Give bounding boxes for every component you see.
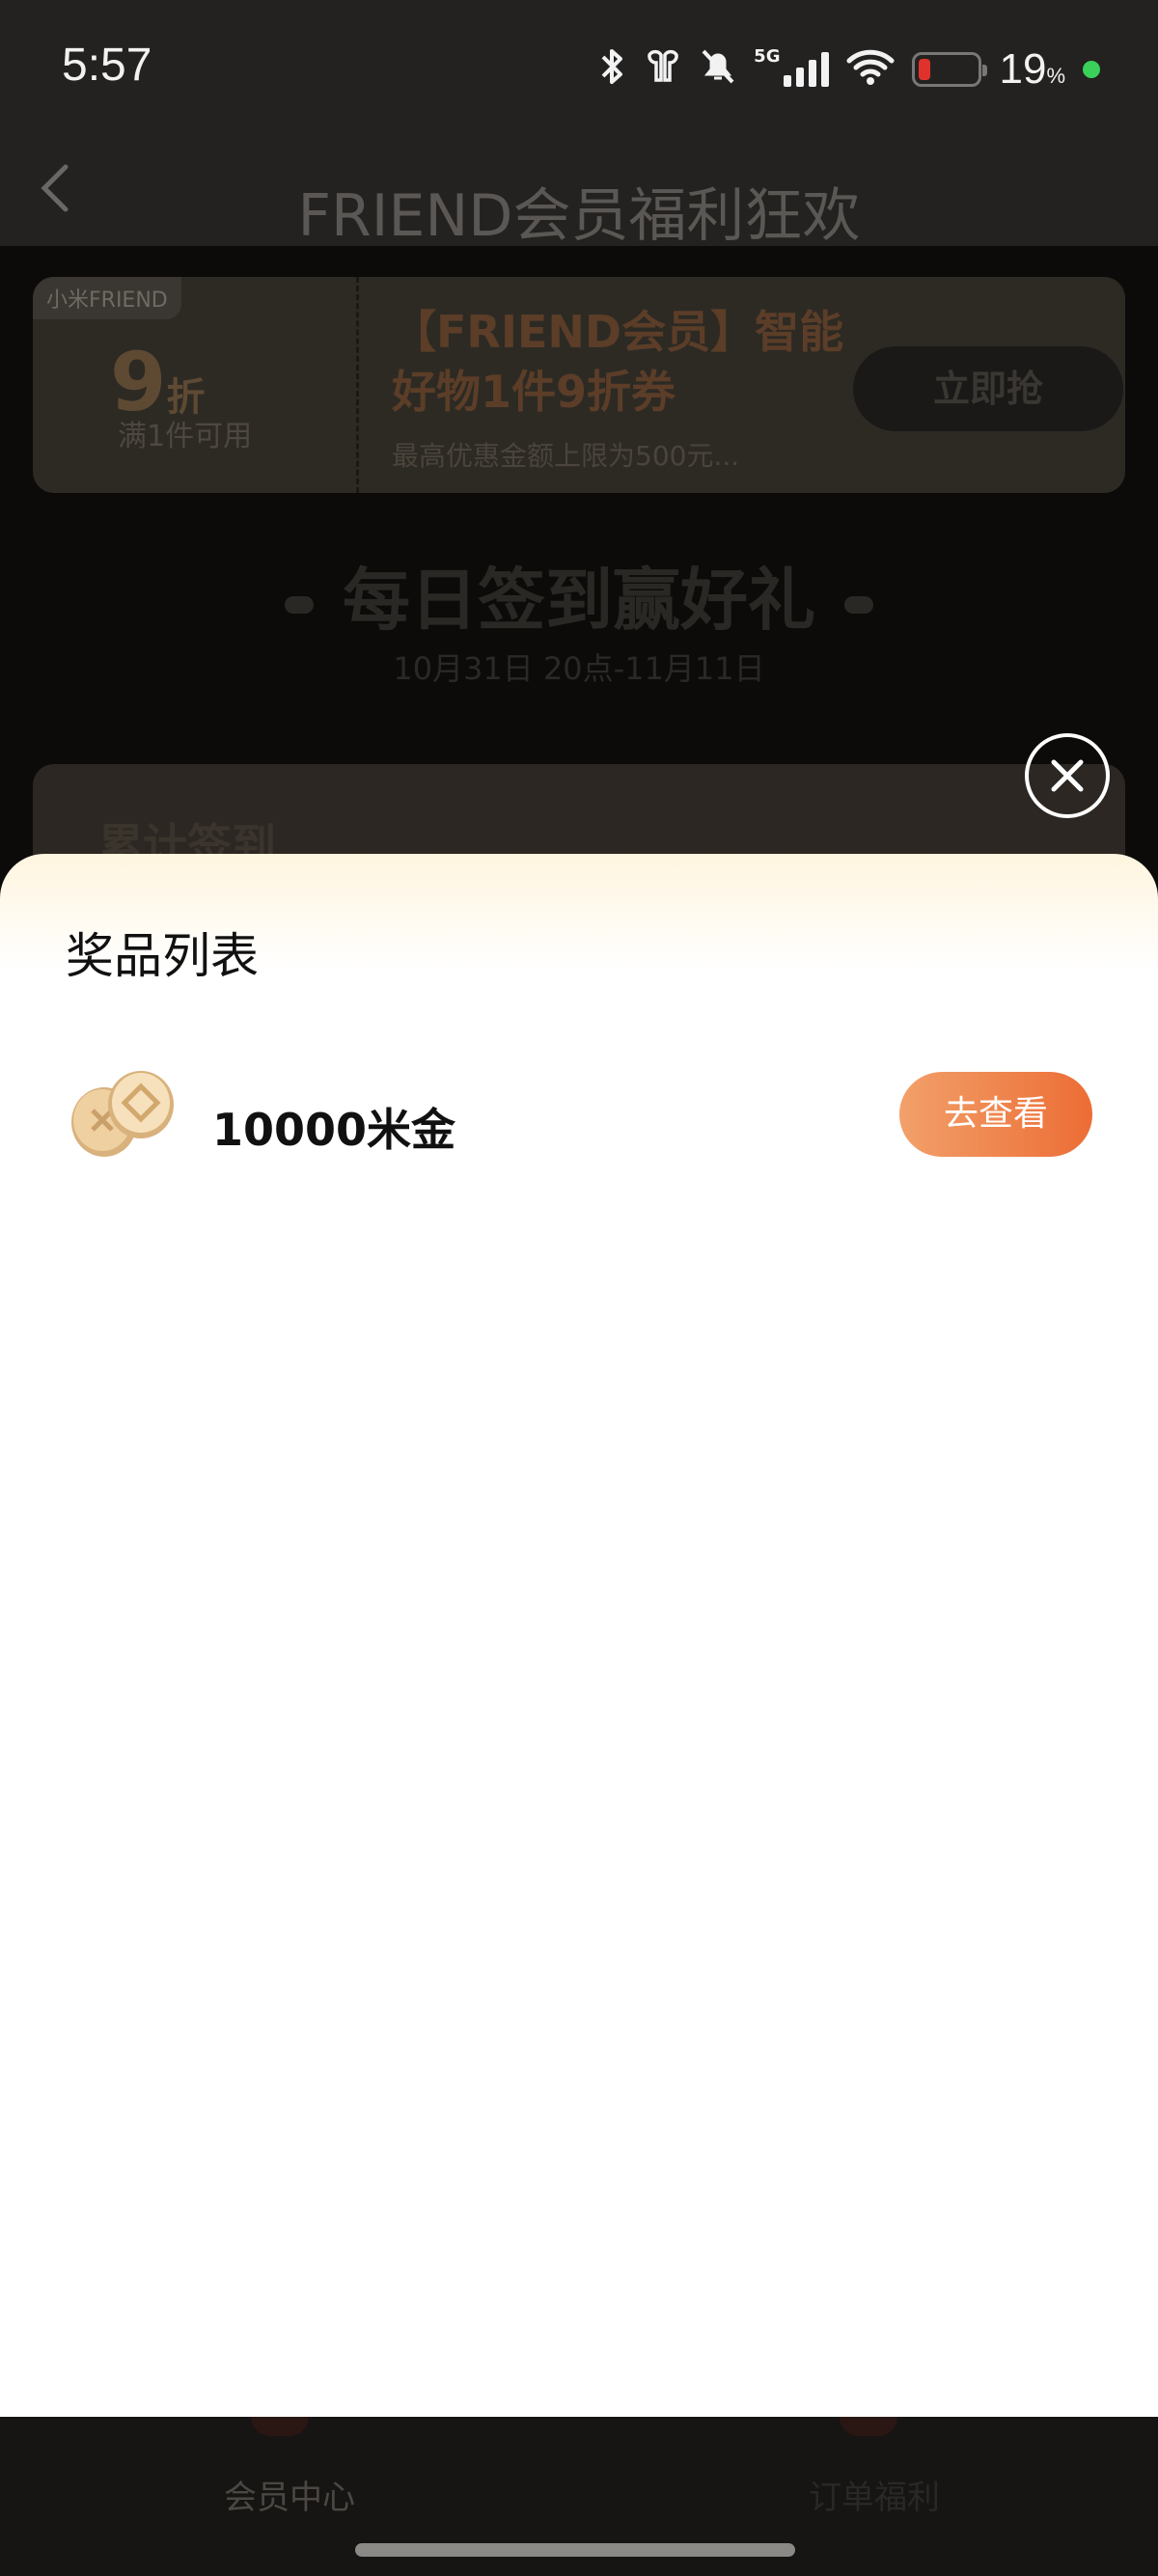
coupon-divider bbox=[356, 277, 359, 493]
coupon-title: 【FRIEND会员】智能好物1件9折券 bbox=[392, 306, 844, 418]
close-icon bbox=[1051, 759, 1084, 792]
close-sheet-button[interactable] bbox=[1025, 733, 1110, 818]
battery-icon bbox=[912, 52, 988, 87]
prize-item: 10000米金 去查看 bbox=[0, 1066, 1158, 1182]
bluetooth-icon bbox=[599, 47, 626, 93]
decor-dot bbox=[844, 595, 873, 614]
prize-list-sheet: 奖品列表 10000米金 去查看 bbox=[0, 854, 1158, 2417]
home-indicator[interactable] bbox=[355, 2543, 795, 2557]
privacy-indicator-dot bbox=[1083, 61, 1100, 78]
grab-coupon-button: 立即抢 bbox=[853, 346, 1123, 431]
checkin-date-range: 10月31日 20点-11月11日 bbox=[393, 650, 765, 687]
checkin-title: 每日签到赢好礼 bbox=[0, 546, 1158, 644]
page-title: FRIEND会员福利狂欢 bbox=[297, 182, 861, 250]
decor-dot bbox=[285, 595, 314, 614]
status-bar: 5:57 5G 19% bbox=[0, 0, 1158, 140]
coupon-tag: 小米FRIEND bbox=[33, 277, 181, 319]
coupon-card: 小米FRIEND 9折 满1件可用 【FRIEND会员】智能好物1件9折券 最高… bbox=[33, 277, 1125, 493]
earbuds-icon bbox=[644, 47, 682, 93]
coins-icon bbox=[66, 1066, 181, 1172]
coupon-condition: 满1件可用 bbox=[118, 420, 253, 453]
battery-level bbox=[919, 59, 930, 80]
status-icons: 5G 19% bbox=[599, 42, 1100, 96]
mute-icon bbox=[700, 47, 736, 93]
member-center-icon bbox=[251, 2417, 309, 2436]
sheet-title: 奖品列表 bbox=[66, 928, 259, 984]
tab-member-center: 会员中心 bbox=[224, 2479, 355, 2517]
tab-order-benefit: 订单福利 bbox=[809, 2479, 940, 2517]
navbar: FRIEND会员福利狂欢 bbox=[0, 140, 1158, 250]
status-time: 5:57 bbox=[62, 40, 152, 91]
prize-name: 10000米金 bbox=[212, 1104, 456, 1156]
network-type-label: 5G bbox=[754, 45, 781, 67]
order-benefit-icon bbox=[840, 2417, 897, 2436]
coupon-description: 最高优惠金额上限为500元... bbox=[392, 440, 740, 472]
signal-icon bbox=[784, 52, 830, 87]
battery-percent: 19% bbox=[999, 45, 1065, 93]
wifi-icon bbox=[846, 47, 895, 93]
view-prize-button[interactable]: 去查看 bbox=[899, 1072, 1092, 1157]
